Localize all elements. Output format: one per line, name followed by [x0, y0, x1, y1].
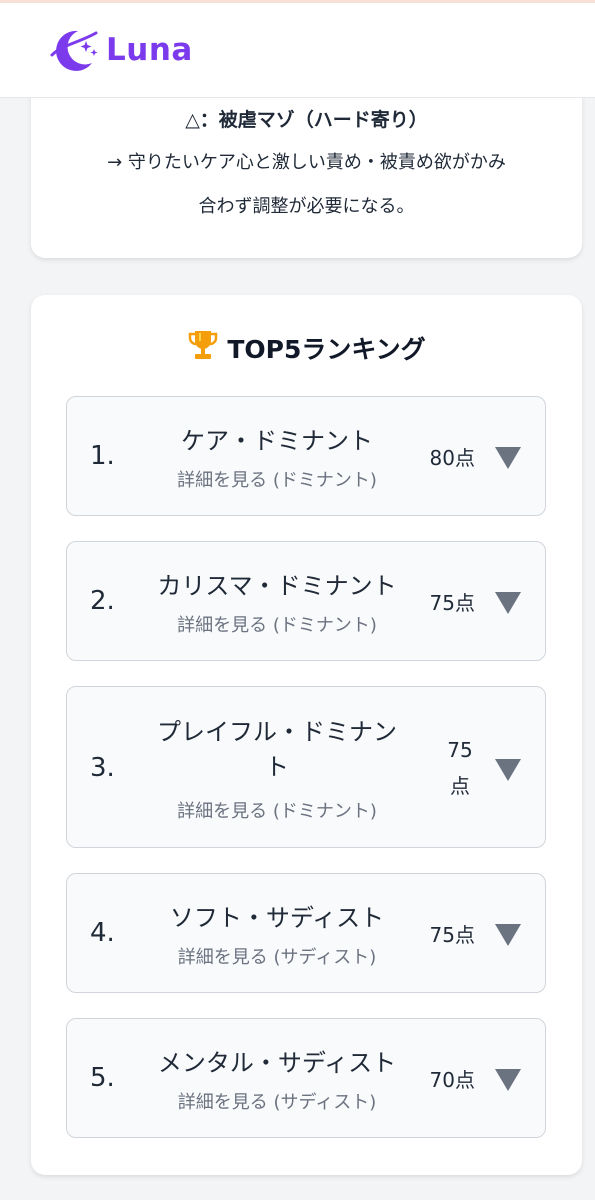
rank-name: ケア・ドミナント: [181, 427, 373, 455]
details-link[interactable]: 詳細を見る (サディスト): [127, 1088, 427, 1114]
trophy-icon: [187, 329, 219, 367]
rank-score: 75点: [429, 923, 475, 947]
rank-name-line-2: ト: [265, 753, 289, 781]
ranking-item-3[interactable]: 3. プレイフル・ドミナン ト 詳細を見る (ドミナント) 75 点: [66, 686, 546, 848]
rank-number: 2.: [90, 586, 115, 616]
note-line-2: 合わず調整が必要になる。: [198, 196, 415, 217]
rank-name-line-1: プレイフル・ドミナン: [157, 718, 397, 746]
details-link[interactable]: 詳細を見る (サディスト): [127, 943, 427, 969]
chevron-down-icon[interactable]: [495, 1069, 521, 1091]
rank-number: 3.: [90, 753, 115, 783]
compatibility-note-card: △：被虐マゾ（ハード寄り） → 守りたいケア心と激しい責め・被責め欲がかみ 合わ…: [31, 70, 582, 258]
ranking-title-text: TOP5ランキング: [227, 335, 426, 364]
ranking-title: TOP5ランキング: [31, 329, 582, 367]
rank-score: 75点: [429, 591, 475, 615]
rank-score: 70点: [429, 1068, 475, 1092]
ranking-item-4[interactable]: 4. ソフト・サディスト 詳細を見る (サディスト) 75点: [66, 873, 546, 993]
rank-score-line-1: 75: [447, 738, 473, 762]
rank-score: 80点: [429, 446, 475, 470]
rank-name: メンタル・サディスト: [157, 1049, 397, 1077]
rank-name: カリスマ・ドミナント: [157, 572, 397, 600]
ranking-item-5[interactable]: 5. メンタル・サディスト 詳細を見る (サディスト) 70点: [66, 1018, 546, 1138]
note-title: △：被虐マゾ（ハード寄り）: [185, 109, 428, 131]
details-link[interactable]: 詳細を見る (ドミナント): [127, 466, 427, 492]
rank-score-line-2: 点: [450, 774, 470, 798]
app-header: Luna: [0, 3, 595, 98]
note-line-1: → 守りたいケア心と激しい責め・被責め欲がかみ: [107, 152, 506, 173]
rank-number: 1.: [90, 441, 115, 471]
ranking-card: TOP5ランキング 1. ケア・ドミナント 詳細を見る (ドミナント) 80点 …: [31, 295, 582, 1175]
chevron-down-icon[interactable]: [495, 447, 521, 469]
chevron-down-icon[interactable]: [495, 759, 521, 781]
rank-number: 5.: [90, 1063, 115, 1093]
rank-number: 4.: [90, 918, 115, 948]
details-link[interactable]: 詳細を見る (ドミナント): [127, 797, 427, 823]
rank-name: ソフト・サディスト: [169, 904, 385, 932]
brand-name: Luna: [106, 32, 193, 68]
chevron-down-icon[interactable]: [495, 592, 521, 614]
ranking-item-1[interactable]: 1. ケア・ドミナント 詳細を見る (ドミナント) 80点: [66, 396, 546, 516]
details-link[interactable]: 詳細を見る (ドミナント): [127, 611, 427, 637]
moon-sparkle-icon: [48, 25, 100, 75]
logo[interactable]: Luna: [48, 25, 193, 75]
chevron-down-icon[interactable]: [495, 924, 521, 946]
ranking-item-2[interactable]: 2. カリスマ・ドミナント 詳細を見る (ドミナント) 75点: [66, 541, 546, 661]
